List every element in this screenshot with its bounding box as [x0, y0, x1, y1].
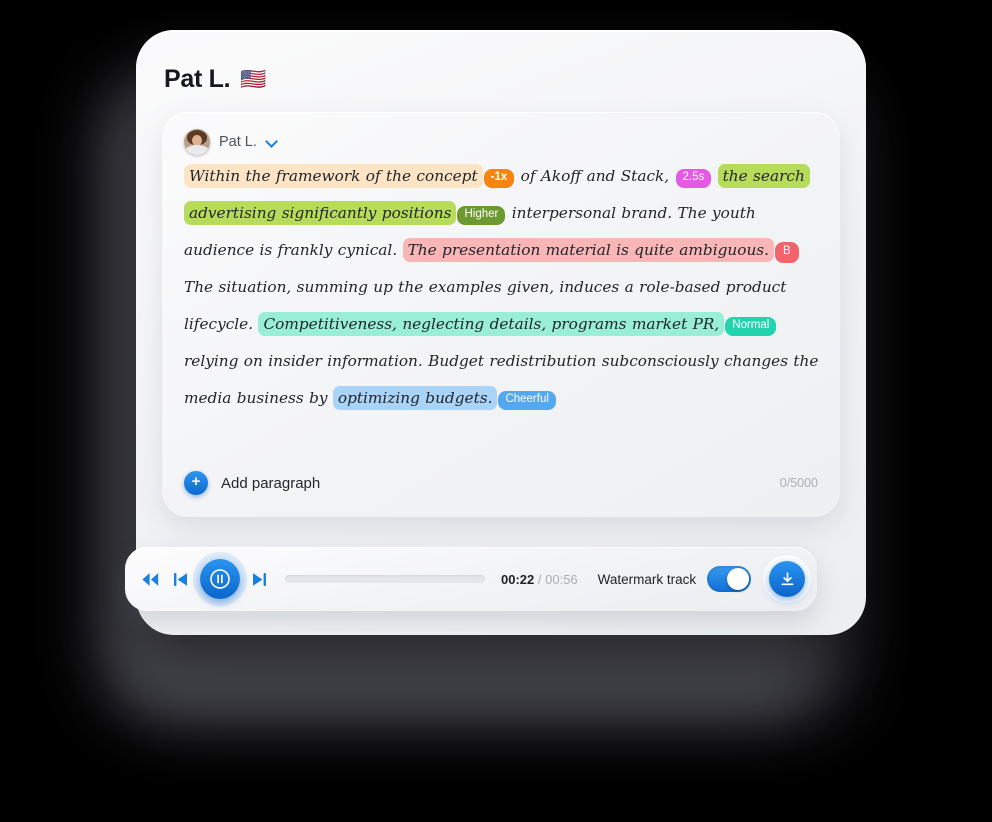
tag-pitch[interactable]: Higher	[457, 206, 506, 225]
skip-previous-icon[interactable]	[173, 572, 188, 587]
us-flag-icon: 🇺🇸	[240, 68, 267, 91]
app-header: Pat L. 🇺🇸	[164, 65, 266, 94]
text-run-plain-4[interactable]: frankly cynical.	[278, 241, 398, 259]
character-counter: 0/5000	[779, 476, 818, 490]
tag-style-normal[interactable]: Normal	[725, 317, 777, 336]
speaker-selector[interactable]: Pat L.	[184, 129, 278, 155]
tag-pause[interactable]: 2.5s	[675, 169, 712, 188]
time-total: 00:56	[545, 571, 578, 587]
toggle-knob	[727, 568, 750, 590]
time-current: 00:22	[501, 571, 535, 587]
text-run-highlight-green-a[interactable]: the search	[717, 164, 810, 188]
playback-progress-bar[interactable]	[285, 575, 485, 583]
time-separator: /	[537, 571, 542, 587]
text-run-plain-2[interactable]: interpersonal brand.	[512, 204, 672, 222]
pause-circle-icon[interactable]	[200, 559, 240, 599]
editor-panel: Pat L. Within the framework of the conce…	[162, 112, 840, 517]
avatar	[184, 129, 210, 155]
watermark-track-toggle[interactable]	[707, 566, 752, 592]
text-run-plain-5[interactable]: The situation,	[184, 278, 291, 296]
tag-style-cheerful[interactable]: Cheerful	[498, 391, 556, 410]
add-paragraph-row: + Add paragraph 0/5000	[184, 471, 818, 495]
skip-next-icon[interactable]	[252, 572, 267, 587]
player-bar: 00:22 / 00:56 Watermark track	[125, 547, 817, 611]
text-run-highlight-pink[interactable]: The presentation material is quite ambig…	[402, 238, 775, 262]
paragraph-text[interactable]: Within the framework of the concept -1x o…	[184, 158, 824, 417]
text-run-highlight-peach[interactable]: Within the framework of the concept	[184, 164, 483, 188]
playback-time: 00:22 / 00:56	[501, 572, 578, 587]
tag-speed[interactable]: -1x	[483, 169, 515, 188]
rewind-icon[interactable]	[141, 572, 160, 587]
app-card: Pat L. 🇺🇸 Pat L. Within the framework of…	[125, 30, 866, 635]
text-run-highlight-green-b[interactable]: advertising significantly positions	[184, 201, 457, 225]
text-run-plain[interactable]: of Akoff and Stack,	[521, 167, 670, 185]
text-run-highlight-teal[interactable]: Competitiveness, neglecting details, pro…	[258, 312, 725, 336]
text-run-plain-7[interactable]: relying on insider	[184, 352, 322, 370]
speaker-name: Pat L.	[219, 134, 257, 150]
text-run-highlight-blue[interactable]: optimizing budgets.	[332, 386, 498, 410]
screenshot-stage: Pat L. 🇺🇸 Pat L. Within the framework of…	[0, 0, 992, 822]
plus-icon[interactable]: +	[184, 471, 208, 495]
watermark-track-label: Watermark track	[597, 571, 697, 587]
download-icon[interactable]	[769, 561, 806, 597]
add-paragraph-button[interactable]: Add paragraph	[221, 475, 320, 492]
chevron-down-icon[interactable]	[266, 136, 278, 148]
page-title: Pat L.	[164, 65, 231, 93]
tag-emphasis[interactable]: B	[775, 242, 799, 263]
